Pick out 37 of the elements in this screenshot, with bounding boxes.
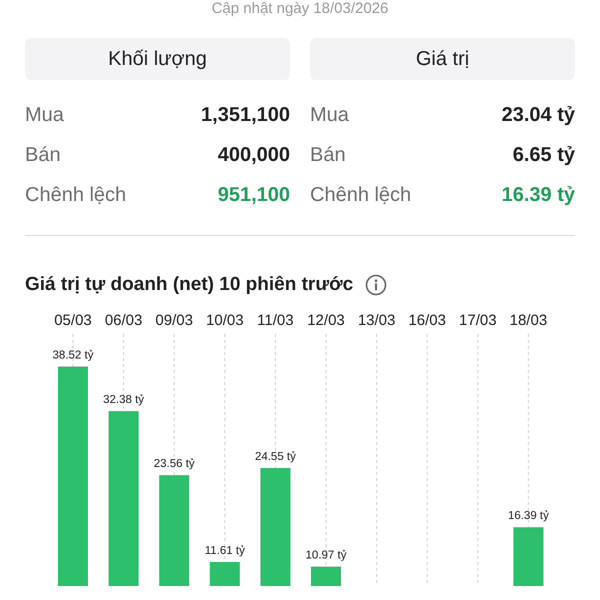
bar [311, 566, 341, 586]
value-label: 11.61 tỷ [204, 544, 245, 557]
panel-header[interactable]: Khối lượng [25, 38, 290, 80]
panel-header[interactable]: Giá trị [310, 38, 575, 80]
date-label: 09/03 [155, 312, 193, 329]
row-value: 1,351,100 [201, 104, 290, 126]
row-label: Chênh lệch [25, 184, 126, 206]
row-label: Mua [25, 104, 64, 126]
row-value: 23.04 tỷ [502, 104, 575, 126]
value-label: 16.39 tỷ [508, 510, 549, 522]
date-label: 11/03 [257, 312, 294, 329]
row-value: 6.65 tỷ [512, 144, 575, 166]
bar [210, 562, 240, 586]
date-label: 18/03 [510, 312, 548, 329]
row-value: 951,100 [218, 184, 290, 206]
value-label: 10.97 tỷ [306, 550, 346, 562]
date-label: 12/03 [307, 312, 345, 329]
row-value: 16.39 tỷ [502, 184, 575, 206]
row-value: 400,000 [218, 144, 290, 166]
date-label: 13/03 [358, 312, 396, 329]
row-label: Mua [310, 104, 349, 126]
chart-title: Giá trị tự doanh (net) 10 phiên trước [25, 274, 354, 296]
value-label: 32.38 tỷ [103, 394, 144, 406]
date-label: 05/03 [54, 312, 92, 329]
date-label: 06/03 [104, 312, 142, 329]
row-label: Bán [310, 144, 346, 166]
info-icon[interactable] [365, 274, 388, 296]
row-label: Bán [25, 144, 61, 166]
date-label: 17/03 [459, 312, 497, 329]
update-date: Cập nhật ngày 18/03/2026 [212, 0, 388, 17]
row-label: Chênh lệch [310, 184, 412, 206]
date-label: 10/03 [206, 312, 244, 329]
value-label: 23.56 tỷ [154, 458, 195, 470]
value-label: 24.55 tỷ [254, 451, 296, 463]
date-label: 16/03 [408, 312, 446, 329]
value-label: 38.52 tỷ [52, 350, 94, 362]
bar [513, 527, 544, 586]
